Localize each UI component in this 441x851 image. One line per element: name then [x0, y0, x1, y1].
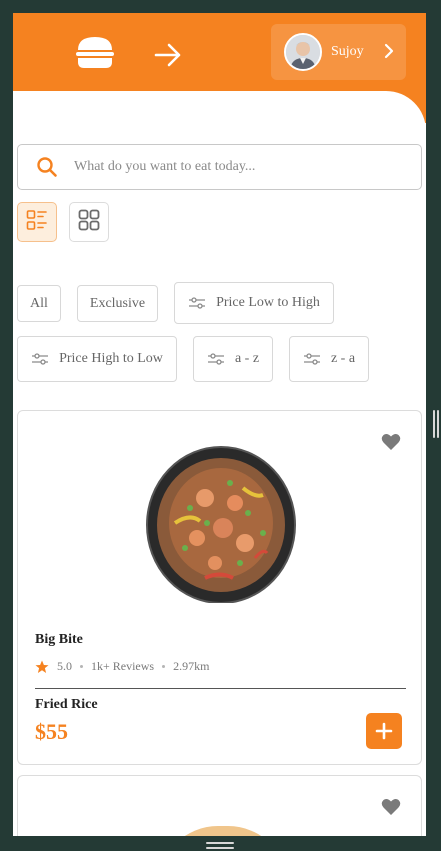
filter-price-low-high[interactable]: Price Low to High — [174, 282, 334, 324]
user-avatar — [284, 33, 322, 71]
fried-rice-plate — [145, 443, 297, 604]
grid-view-icon — [78, 209, 100, 236]
user-profile-button[interactable]: Sujoy — [271, 24, 406, 80]
food-name: Fried Rice — [35, 697, 98, 712]
filter-label: z - a — [330, 351, 356, 366]
food-price: $55 — [35, 719, 68, 744]
grid-view-button[interactable] — [69, 202, 109, 242]
search-icon — [36, 156, 58, 178]
filter-label: All — [30, 295, 48, 311]
filter-all[interactable]: All — [17, 285, 61, 322]
food-card[interactable]: Big Bite 5.0 1k+ Reviews 2.97km Fried Ri… — [17, 410, 422, 765]
drag-handle[interactable] — [206, 842, 234, 850]
plus-icon — [375, 722, 393, 740]
review-count: 1k+ Reviews — [91, 659, 155, 673]
heart-icon[interactable] — [381, 798, 401, 821]
arrow-right-icon[interactable] — [151, 38, 185, 72]
sliders-icon — [188, 296, 206, 310]
separator-dot — [162, 665, 166, 668]
filter-a-z[interactable]: a - z — [193, 336, 273, 382]
card-divider — [35, 688, 406, 689]
list-view-button[interactable] — [17, 202, 57, 242]
distance: 2.97km — [173, 659, 210, 673]
sliders-icon — [303, 352, 321, 366]
sliders-icon — [31, 352, 49, 366]
burger-bun — [158, 826, 288, 836]
user-name: Sujoy — [331, 44, 364, 59]
search-input[interactable] — [74, 159, 374, 175]
search-bar[interactable] — [17, 144, 422, 190]
star-icon — [35, 660, 49, 674]
app-screen: Sujoy What do you want to eat today... A… — [13, 13, 426, 836]
heart-icon[interactable] — [381, 433, 401, 456]
separator-dot — [80, 665, 83, 668]
card-meta: 5.0 1k+ Reviews 2.97km — [35, 659, 209, 674]
filter-z-a[interactable]: z - a — [289, 336, 369, 382]
filter-label: Price Low to High — [216, 295, 320, 310]
filter-exclusive[interactable]: Exclusive — [77, 285, 158, 322]
sliders-icon — [207, 352, 225, 366]
filter-label: Exclusive — [89, 295, 146, 311]
filter-label: Price High to Low — [59, 351, 163, 366]
add-to-cart-button[interactable] — [366, 713, 402, 749]
filter-price-high-low[interactable]: Price High to Low — [17, 336, 177, 382]
restaurant-name: Big Bite — [35, 632, 83, 647]
header-curve — [13, 91, 426, 151]
chevron-right-icon — [384, 43, 394, 64]
food-card[interactable] — [17, 775, 422, 836]
burger-icon[interactable] — [75, 35, 115, 71]
list-view-icon — [26, 209, 48, 236]
resize-handle[interactable] — [433, 410, 439, 438]
rating-value: 5.0 — [57, 659, 72, 673]
filter-label: a - z — [234, 351, 260, 366]
